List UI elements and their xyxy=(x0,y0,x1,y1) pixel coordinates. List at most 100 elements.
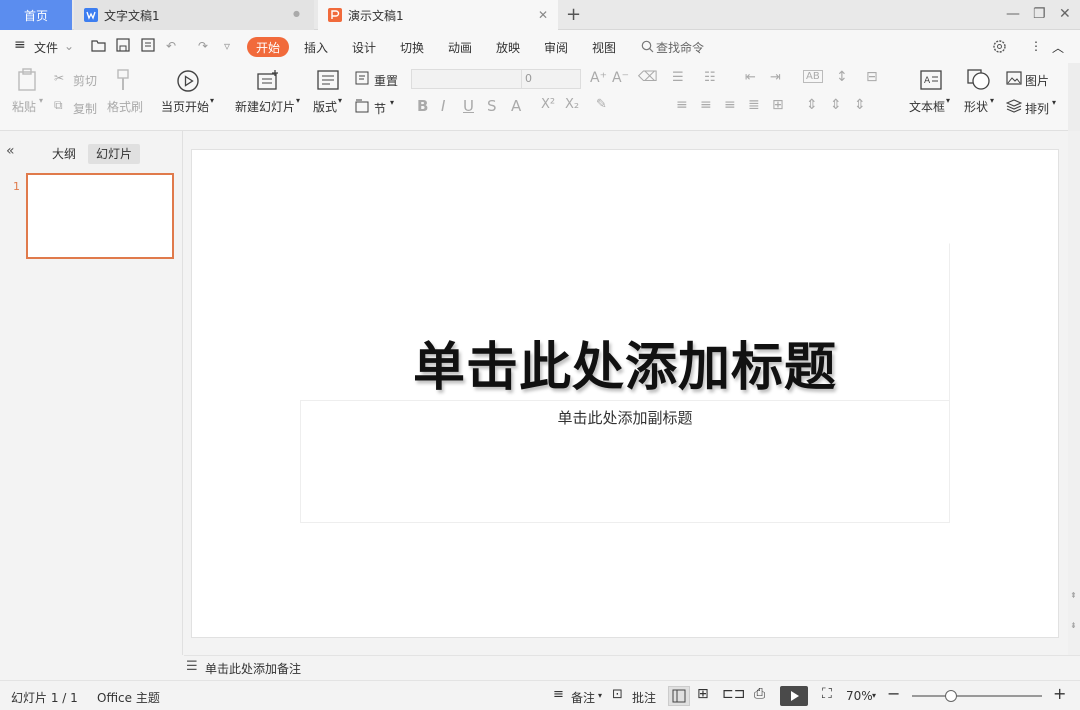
font-size-select[interactable]: 0 xyxy=(521,69,581,89)
shape-icon[interactable] xyxy=(967,69,991,91)
zoom-in-icon[interactable]: + xyxy=(1053,684,1066,703)
shape-button[interactable]: 形状 xyxy=(964,98,988,115)
slide-sorter-icon[interactable]: ⊞ xyxy=(697,686,709,702)
tab-home[interactable]: 首页 xyxy=(0,0,72,30)
menu-file[interactable]: 文件 xyxy=(34,39,58,56)
comment-icon[interactable]: ⊡ xyxy=(612,687,623,702)
decrease-indent-icon[interactable]: ⇤ xyxy=(745,70,756,85)
strikethrough-icon[interactable]: S xyxy=(487,97,497,115)
align-text-icon[interactable]: ⊟ xyxy=(866,69,878,85)
normal-view-icon[interactable] xyxy=(668,686,690,706)
tab-presentation[interactable]: 演示文稿1 ✕ xyxy=(318,0,558,30)
italic-icon[interactable]: I xyxy=(441,97,445,115)
align-right-icon[interactable]: ≡ xyxy=(724,97,736,113)
layout-icon[interactable] xyxy=(317,70,339,90)
more-down-icon[interactable]: ▿ xyxy=(224,39,230,53)
superscript-icon[interactable]: X² xyxy=(541,97,555,112)
clear-format-icon[interactable]: ⌫ xyxy=(638,69,658,85)
zoom-slider-knob[interactable] xyxy=(945,690,957,702)
add-tab-button[interactable]: + xyxy=(566,4,581,25)
redo-icon[interactable]: ↷ xyxy=(198,39,208,53)
minimize-icon[interactable]: — xyxy=(1006,6,1020,22)
distribute-icon[interactable]: ⊞ xyxy=(772,97,784,113)
menu-view[interactable]: 视图 xyxy=(592,39,616,56)
section-button[interactable]: 节 xyxy=(374,100,386,117)
collapse-ribbon-icon[interactable]: ︿ xyxy=(1052,39,1064,56)
chevron-down-icon[interactable]: ⌄ xyxy=(64,39,74,53)
fit-window-icon[interactable]: ⛶ xyxy=(822,686,832,702)
copy-button[interactable]: 复制 xyxy=(73,100,97,117)
shape-dropdown-icon[interactable]: ▾ xyxy=(990,96,994,105)
notes-placeholder[interactable]: 单击此处添加备注 xyxy=(205,660,301,677)
settings-gear-icon[interactable] xyxy=(992,39,1007,54)
close-tab-icon[interactable]: ✕ xyxy=(538,8,548,22)
reset-icon[interactable] xyxy=(355,71,371,85)
paste-button[interactable]: 粘贴 xyxy=(12,98,36,115)
picture-icon[interactable] xyxy=(1006,71,1022,85)
tab-slides[interactable]: 幻灯片 xyxy=(88,144,141,164)
layout-button[interactable]: 版式 xyxy=(313,98,337,115)
menu-animation[interactable]: 动画 xyxy=(448,39,472,56)
subscript-icon[interactable]: X₂ xyxy=(565,97,579,112)
new-slide-dropdown-icon[interactable]: ▾ xyxy=(296,96,300,105)
notes-dropdown-icon[interactable]: ▾ xyxy=(598,691,602,700)
play-dropdown-icon[interactable]: ▾ xyxy=(210,96,214,105)
menu-insert[interactable]: 插入 xyxy=(304,39,328,56)
picture-button[interactable]: 图片 xyxy=(1025,72,1049,89)
zoom-value[interactable]: 70% xyxy=(846,689,873,703)
columns-icon[interactable]: ⇕ xyxy=(830,97,842,113)
reset-button[interactable]: 重置 xyxy=(374,72,398,89)
notes-bar[interactable]: ☰ 单击此处添加备注 xyxy=(184,655,1080,679)
zoom-out-icon[interactable]: − xyxy=(887,684,900,703)
arrange-button[interactable]: 排列 xyxy=(1025,100,1049,117)
menu-review[interactable]: 审阅 xyxy=(544,39,568,56)
more-spacing-icon[interactable]: ⇕ xyxy=(854,97,866,113)
font-family-select[interactable] xyxy=(411,69,524,89)
increase-indent-icon[interactable]: ⇥ xyxy=(770,70,781,85)
collapse-panel-icon[interactable]: « xyxy=(6,143,15,159)
search-command[interactable]: 查找命令 xyxy=(656,39,704,56)
bold-icon[interactable]: B xyxy=(417,97,428,115)
new-slide-button[interactable]: 新建幻灯片 xyxy=(235,98,295,115)
section-icon[interactable] xyxy=(355,99,371,113)
layout-dropdown-icon[interactable]: ▾ xyxy=(338,96,342,105)
close-window-icon[interactable]: ✕ xyxy=(1059,6,1071,22)
play-from-current-button[interactable]: 当页开始 xyxy=(161,98,209,115)
paste-dropdown-icon[interactable]: ▾ xyxy=(39,96,43,105)
play-circle-icon[interactable] xyxy=(177,70,199,92)
zoom-slider-track[interactable] xyxy=(912,695,1042,697)
scroll-down-icon[interactable]: ⇟ xyxy=(1070,621,1077,630)
underline-icon[interactable]: U xyxy=(463,97,474,115)
menu-slideshow[interactable]: 放映 xyxy=(496,39,520,56)
text-direction-icon[interactable]: AB xyxy=(803,70,823,83)
justify-icon[interactable]: ≣ xyxy=(748,97,760,113)
arrange-icon[interactable] xyxy=(1006,99,1022,113)
more-vertical-icon[interactable]: ⋮ xyxy=(1030,39,1042,53)
cut-button[interactable]: 剪切 xyxy=(73,72,97,89)
save-icon[interactable] xyxy=(116,38,130,52)
menu-design[interactable]: 设计 xyxy=(352,39,376,56)
comments-toggle[interactable]: 批注 xyxy=(632,689,656,706)
textbox-button[interactable]: 文本框 xyxy=(909,98,945,115)
align-center-icon[interactable]: ≡ xyxy=(700,97,712,113)
export-icon[interactable] xyxy=(141,38,155,52)
decrease-font-icon[interactable]: A⁻ xyxy=(612,70,629,86)
paragraph-spacing-icon[interactable]: ⇕ xyxy=(806,97,818,113)
textbox-dropdown-icon[interactable]: ▾ xyxy=(946,96,950,105)
vertical-scrollbar[interactable]: ⇞ ⇟ xyxy=(1068,131,1080,655)
tab-dot-icon[interactable]: ● xyxy=(293,9,300,18)
hamburger-icon[interactable]: ≡ xyxy=(14,37,26,53)
presenter-icon[interactable]: ⎙ xyxy=(754,686,765,702)
tab-outline[interactable]: 大纲 xyxy=(44,144,84,164)
highlight-icon[interactable]: ✎ xyxy=(596,97,607,112)
align-left-icon[interactable]: ≡ xyxy=(676,97,688,113)
restore-icon[interactable]: ❐ xyxy=(1033,6,1046,22)
ribbon-scroll[interactable] xyxy=(1068,63,1080,131)
undo-icon[interactable]: ↶ xyxy=(166,39,176,53)
subtitle-placeholder[interactable]: 单击此处添加副标题 xyxy=(300,407,950,428)
format-painter-icon[interactable] xyxy=(115,68,133,92)
arrange-dropdown-icon[interactable]: ▾ xyxy=(1052,98,1056,107)
scroll-up-icon[interactable]: ⇞ xyxy=(1070,591,1077,600)
format-painter-button[interactable]: 格式刷 xyxy=(107,98,143,115)
tab-writer-document[interactable]: 文字文稿1 ● xyxy=(74,0,314,30)
